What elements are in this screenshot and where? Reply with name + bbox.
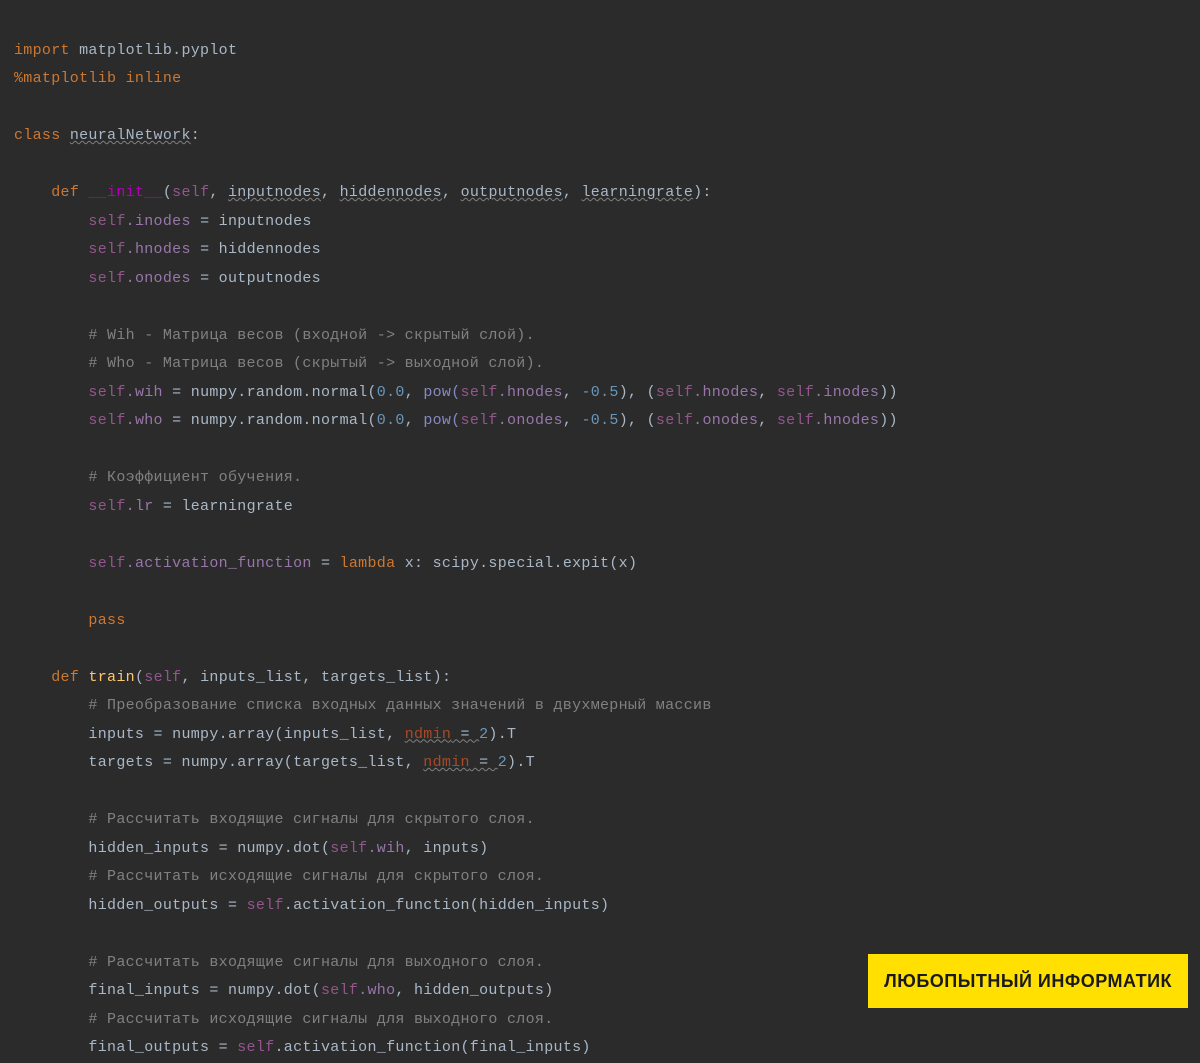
code-line: # Преобразование списка входных данных з…: [14, 697, 712, 714]
code-line: # Wih - Матрица весов (входной -> скрыты…: [14, 327, 535, 344]
code-line: final_inputs = numpy.dot(self.who, hidde…: [14, 982, 554, 999]
code-line: %matplotlib inline: [14, 70, 181, 87]
code-line: self.who = numpy.random.normal(0.0, pow(…: [14, 412, 898, 429]
code-line: # Who - Матрица весов (скрытый -> выходн…: [14, 355, 544, 372]
code-line: self.onodes = outputnodes: [14, 270, 321, 287]
code-line: # Коэффициент обучения.: [14, 469, 302, 486]
code-line: # Рассчитать исходящие сигналы для выход…: [14, 1011, 554, 1028]
code-line: def train(self, inputs_list, targets_lis…: [14, 669, 451, 686]
code-editor[interactable]: import matplotlib.pyplot %matplotlib inl…: [14, 8, 1186, 1063]
code-line: self.hnodes = hiddennodes: [14, 241, 321, 258]
code-line: [14, 441, 23, 458]
code-line: # Рассчитать входящие сигналы для выходн…: [14, 954, 544, 971]
code-line: [14, 783, 23, 800]
code-line: [14, 583, 23, 600]
code-line: pass: [14, 612, 126, 629]
watermark-label: ЛЮБОПЫТНЫЙ ИНФОРМАТИК: [868, 954, 1188, 1008]
code-line: [14, 640, 23, 657]
code-line: targets = numpy.array(targets_list, ndmi…: [14, 754, 535, 771]
code-line: import matplotlib.pyplot: [14, 42, 237, 59]
code-line: hidden_inputs = numpy.dot(self.wih, inpu…: [14, 840, 488, 857]
code-line: self.wih = numpy.random.normal(0.0, pow(…: [14, 384, 898, 401]
code-line: final_outputs = self.activation_function…: [14, 1039, 591, 1056]
code-line: # Рассчитать исходящие сигналы для скрыт…: [14, 868, 544, 885]
code-line: hidden_outputs = self.activation_functio…: [14, 897, 609, 914]
code-line: inputs = numpy.array(inputs_list, ndmin …: [14, 726, 516, 743]
code-line: self.activation_function = lambda x: sci…: [14, 555, 637, 572]
code-line: # Рассчитать входящие сигналы для скрыто…: [14, 811, 535, 828]
code-line: self.lr = learningrate: [14, 498, 293, 515]
code-line: def __init__(self, inputnodes, hiddennod…: [14, 184, 712, 201]
code-line: [14, 99, 23, 116]
code-line: [14, 526, 23, 543]
code-line: self.inodes = inputnodes: [14, 213, 312, 230]
code-line: [14, 925, 23, 942]
code-line: [14, 298, 23, 315]
code-line: [14, 156, 23, 173]
code-line: class neuralNetwork:: [14, 127, 200, 144]
